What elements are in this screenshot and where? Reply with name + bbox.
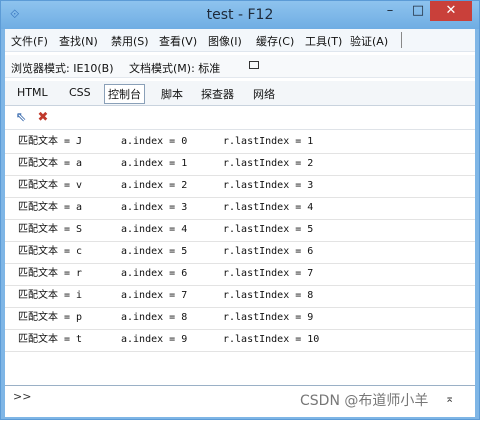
tab-console[interactable]: 控制台 xyxy=(104,84,145,104)
last-index-value: r.lastIndex = 5 xyxy=(223,224,314,235)
match-text: 匹配文本 = p xyxy=(18,312,83,323)
match-text: 匹配文本 = a xyxy=(18,158,83,169)
index-value: a.index = 6 xyxy=(121,268,188,279)
console-row: 匹配文本 = S a.index = 4 r.lastIndex = 5 xyxy=(5,219,475,242)
last-index-value: r.lastIndex = 9 xyxy=(223,312,314,323)
menu-file[interactable]: 文件(F) xyxy=(11,33,48,49)
menu-disable[interactable]: 禁用(S) xyxy=(111,33,149,49)
match-text: 匹配文本 = t xyxy=(18,334,83,345)
devtools-window: ⟐ test - F12 – □ ✕ 文件(F) 查找(N) 禁用(S) 查看(… xyxy=(0,0,480,420)
match-text: 匹配文本 = J xyxy=(18,136,83,147)
command-prompt: >> xyxy=(13,390,32,403)
dock-window-icon[interactable] xyxy=(249,61,259,69)
tab-bar: HTML CSS 控制台 脚本 探查器 网络 xyxy=(5,81,475,106)
browser-mode-select[interactable]: 浏览器模式: IE10(B) xyxy=(11,60,114,76)
console-row: 匹配文本 = v a.index = 2 r.lastIndex = 3 xyxy=(5,175,475,198)
last-index-value: r.lastIndex = 3 xyxy=(223,180,314,191)
console-row: 匹配文本 = c a.index = 5 r.lastIndex = 6 xyxy=(5,241,475,264)
match-text: 匹配文本 = v xyxy=(18,180,83,191)
console-toolbar: ⇖ ✖ xyxy=(5,107,475,130)
index-value: a.index = 1 xyxy=(121,158,188,169)
last-index-value: r.lastIndex = 2 xyxy=(223,158,314,169)
index-value: a.index = 0 xyxy=(121,136,188,147)
index-value: a.index = 4 xyxy=(121,224,188,235)
index-value: a.index = 7 xyxy=(121,290,188,301)
match-text: 匹配文本 = a xyxy=(18,202,83,213)
index-value: a.index = 8 xyxy=(121,312,188,323)
index-value: a.index = 2 xyxy=(121,180,188,191)
menu-find[interactable]: 查找(N) xyxy=(59,33,98,49)
console-row: 匹配文本 = t a.index = 9 r.lastIndex = 10 xyxy=(5,329,475,352)
clear-console-icon[interactable]: ✖ xyxy=(35,110,51,126)
console-row: 匹配文本 = a a.index = 1 r.lastIndex = 2 xyxy=(5,153,475,176)
last-index-value: r.lastIndex = 7 xyxy=(223,268,314,279)
console-output: 匹配文本 = J a.index = 0 r.lastIndex = 1 匹配文… xyxy=(5,131,475,387)
menu-validate[interactable]: 验证(A) xyxy=(350,33,388,49)
last-index-value: r.lastIndex = 1 xyxy=(223,136,314,147)
menu-separator xyxy=(401,32,402,48)
devtools-client: 文件(F) 查找(N) 禁用(S) 查看(V) 图像(I) 缓存(C) 工具(T… xyxy=(5,29,475,417)
console-row: 匹配文本 = a a.index = 3 r.lastIndex = 4 xyxy=(5,197,475,220)
document-mode-select[interactable]: 文档模式(M): 标准 xyxy=(129,60,220,76)
title-bar: ⟐ test - F12 – □ ✕ xyxy=(1,1,479,29)
menu-tools[interactable]: 工具(T) xyxy=(305,33,342,49)
index-value: a.index = 3 xyxy=(121,202,188,213)
menu-view[interactable]: 查看(V) xyxy=(159,33,197,49)
console-row: 匹配文本 = i a.index = 7 r.lastIndex = 8 xyxy=(5,285,475,308)
tab-html[interactable]: HTML xyxy=(17,86,48,99)
menu-bar: 文件(F) 查找(N) 禁用(S) 查看(V) 图像(I) 缓存(C) 工具(T… xyxy=(5,29,475,52)
tab-network[interactable]: 网络 xyxy=(253,86,275,102)
select-element-icon[interactable]: ⇖ xyxy=(13,110,29,126)
match-text: 匹配文本 = i xyxy=(18,290,83,301)
tab-css[interactable]: CSS xyxy=(69,86,91,99)
match-text: 匹配文本 = r xyxy=(18,268,83,279)
tab-profiler[interactable]: 探查器 xyxy=(201,86,234,102)
watermark-text: CSDN @布道师小羊 xyxy=(300,393,429,409)
close-button[interactable]: ✕ xyxy=(430,1,472,21)
console-row: 匹配文本 = r a.index = 6 r.lastIndex = 7 xyxy=(5,263,475,286)
menu-cache[interactable]: 缓存(C) xyxy=(256,33,294,49)
last-index-value: r.lastIndex = 6 xyxy=(223,246,314,257)
maximize-button[interactable]: □ xyxy=(405,1,431,21)
match-text: 匹配文本 = c xyxy=(18,246,83,257)
mode-bar: 浏览器模式: IE10(B) 文档模式(M): 标准 xyxy=(5,55,475,78)
index-value: a.index = 5 xyxy=(121,246,188,257)
minimize-button[interactable]: – xyxy=(377,1,403,21)
last-index-value: r.lastIndex = 4 xyxy=(223,202,314,213)
last-index-value: r.lastIndex = 10 xyxy=(223,334,320,345)
menu-images[interactable]: 图像(I) xyxy=(208,33,242,49)
index-value: a.index = 9 xyxy=(121,334,188,345)
run-script-icon[interactable]: ⌅ xyxy=(445,392,454,405)
last-index-value: r.lastIndex = 8 xyxy=(223,290,314,301)
match-text: 匹配文本 = S xyxy=(18,224,83,235)
console-row: 匹配文本 = p a.index = 8 r.lastIndex = 9 xyxy=(5,307,475,330)
tab-script[interactable]: 脚本 xyxy=(161,86,183,102)
console-row: 匹配文本 = J a.index = 0 r.lastIndex = 1 xyxy=(5,131,475,154)
